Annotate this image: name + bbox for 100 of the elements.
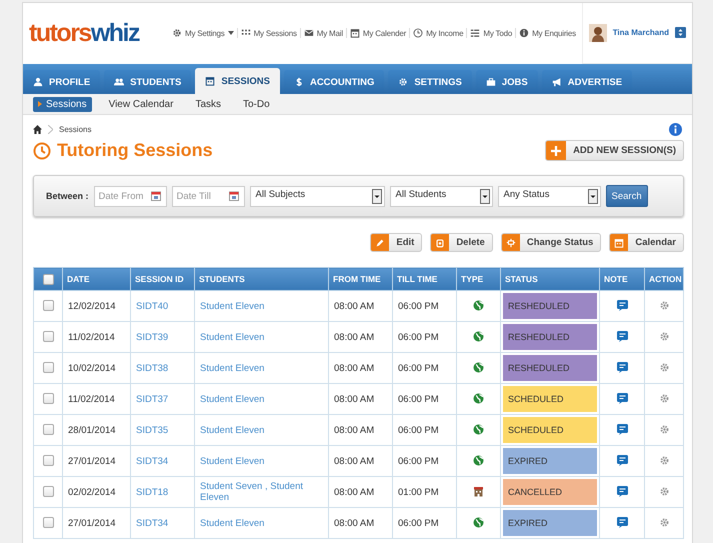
session-link[interactable]: SIDT39	[130, 322, 194, 352]
gear-icon[interactable]	[658, 300, 670, 312]
gear-icon	[398, 77, 408, 87]
search-button[interactable]: Search	[606, 185, 648, 207]
calendar-icon	[614, 238, 624, 248]
note-icon[interactable]	[616, 331, 628, 342]
note-icon[interactable]	[616, 300, 628, 312]
triangle-icon	[38, 101, 42, 107]
subnav-link[interactable]: Tasks	[190, 96, 226, 112]
logo: tutorswhiz	[29, 20, 139, 46]
column-header: TYPE	[456, 268, 500, 290]
table-cell: 06:00 PM	[392, 352, 456, 384]
action-button[interactable]: Change Status	[500, 233, 602, 252]
column-header: DATE	[62, 268, 130, 290]
table-cell: 06:00 PM	[392, 384, 456, 414]
subnav-link[interactable]: View Calendar	[104, 96, 178, 112]
gear-icon[interactable]	[658, 517, 670, 528]
note-icon[interactable]	[616, 393, 628, 404]
session-link[interactable]: SIDT34	[130, 508, 194, 538]
gear-icon	[172, 28, 182, 38]
top-link[interactable]: My Income	[410, 28, 468, 38]
table-cell: 08:00 AM	[328, 508, 392, 538]
briefcase-icon	[486, 77, 496, 87]
table-cell: 06:00 PM	[392, 414, 456, 446]
add-session-button[interactable]: ADD NEW SESSION(S)	[545, 140, 684, 161]
top-link[interactable]: My Sessions	[238, 28, 301, 38]
dropdown[interactable]: All Subjects	[250, 186, 385, 206]
calendar-icon[interactable]	[228, 190, 239, 200]
checkbox[interactable]	[42, 300, 54, 312]
dropdown[interactable]: Any Status	[498, 186, 601, 206]
student-link[interactable]: Student Eleven	[194, 384, 328, 414]
student-link[interactable]: Student Eleven	[194, 352, 328, 384]
student-link[interactable]: Student Eleven	[194, 290, 328, 322]
action-button[interactable]: Delete	[430, 233, 493, 252]
checkbox[interactable]	[42, 362, 54, 374]
gear-icon[interactable]	[658, 455, 670, 466]
session-link[interactable]: SIDT38	[130, 352, 194, 384]
action-button[interactable]: Edit	[370, 233, 422, 252]
top-link[interactable]: My Calender	[346, 28, 410, 38]
checkbox[interactable]	[42, 331, 54, 342]
table-cell: 08:00 AM	[328, 384, 392, 414]
calendar-icon[interactable]	[150, 190, 161, 200]
student-link[interactable]: Student Eleven	[194, 446, 328, 476]
status-label: RESHEDULED	[503, 293, 597, 319]
checkbox[interactable]	[42, 424, 54, 436]
info-icon[interactable]	[669, 123, 682, 136]
table-cell: 06:00 PM	[392, 322, 456, 352]
breadcrumb-item[interactable]: Sessions	[59, 125, 92, 134]
note-icon[interactable]	[616, 517, 628, 528]
top-link[interactable]: My Todo	[467, 28, 516, 38]
note-icon[interactable]	[616, 362, 628, 374]
note-icon[interactable]	[616, 424, 628, 436]
nav-tab[interactable]: SESSIONS	[195, 68, 280, 94]
gear-icon[interactable]	[658, 486, 670, 498]
user-name[interactable]: Tina Marchand	[612, 28, 669, 37]
top-link[interactable]: My Enquiries	[516, 28, 579, 38]
student-link[interactable]: Student Seven , Student Eleven	[194, 476, 328, 508]
gear-icon[interactable]	[658, 331, 670, 342]
column-header: STUDENTS	[194, 268, 328, 290]
gear-icon[interactable]	[658, 424, 670, 436]
subnav-link[interactable]: Sessions	[33, 96, 92, 112]
table-cell: 12/02/2014	[62, 290, 130, 322]
plus-icon	[551, 146, 562, 156]
table-cell: 08:00 AM	[328, 476, 392, 508]
session-link[interactable]: SIDT40	[130, 290, 194, 322]
info-icon	[519, 28, 530, 38]
envelope-icon	[304, 28, 314, 38]
table-cell: 08:00 AM	[328, 352, 392, 384]
column-header: SESSION ID	[130, 268, 194, 290]
checkbox[interactable]	[42, 455, 54, 466]
top-link[interactable]: My Mail	[300, 28, 347, 38]
student-link[interactable]: Student Eleven	[194, 414, 328, 446]
student-link[interactable]: Student Eleven	[194, 322, 328, 352]
checkbox[interactable]	[42, 486, 54, 498]
subnav-link[interactable]: To-Do	[238, 96, 275, 112]
session-link[interactable]: SIDT35	[130, 414, 194, 446]
date-field[interactable]: Date From	[94, 186, 167, 206]
checkbox[interactable]	[42, 393, 54, 404]
checkbox[interactable]	[42, 274, 54, 285]
gear-icon[interactable]	[658, 362, 670, 374]
gear-icon[interactable]	[658, 393, 670, 404]
session-link[interactable]: SIDT34	[130, 446, 194, 476]
dropdown[interactable]: All Students	[390, 186, 493, 206]
table-cell: 08:00 AM	[328, 414, 392, 446]
status-icon	[506, 238, 516, 248]
checkbox[interactable]	[42, 517, 54, 528]
table-cell: 06:00 PM	[392, 508, 456, 538]
session-link[interactable]: SIDT18	[130, 476, 194, 508]
note-icon[interactable]	[616, 486, 628, 498]
expand-icon[interactable]	[675, 27, 686, 38]
date-field[interactable]: Date Till	[172, 186, 245, 206]
student-link[interactable]: Student Eleven	[194, 508, 328, 538]
home-icon[interactable]	[33, 125, 42, 134]
note-icon[interactable]	[616, 455, 628, 466]
pencil-icon	[375, 238, 386, 248]
table-cell: 06:00 PM	[392, 446, 456, 476]
session-link[interactable]: SIDT37	[130, 384, 194, 414]
status-label: CANCELLED	[503, 479, 597, 505]
top-link[interactable]: My Settings	[169, 28, 238, 38]
action-button[interactable]: Calendar	[609, 233, 684, 252]
